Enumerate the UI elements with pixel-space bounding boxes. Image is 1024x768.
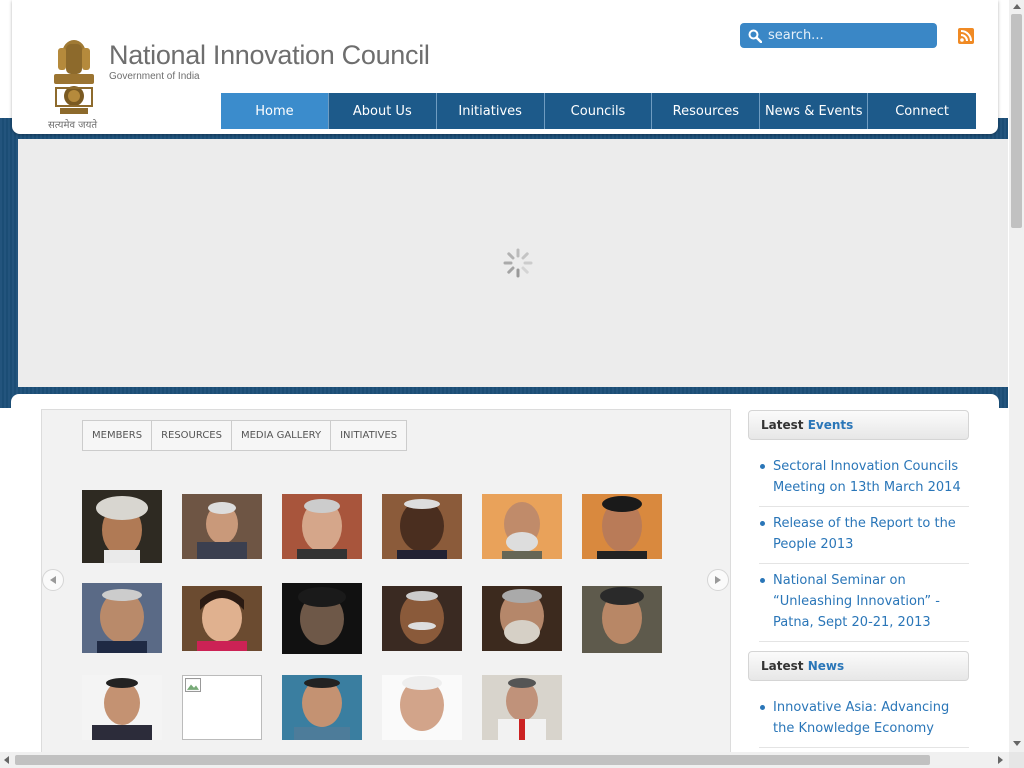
news-item[interactable]: Innovative Asia: Advancing the Knowledge… <box>759 691 969 748</box>
scroll-down-arrow-icon[interactable] <box>1013 741 1021 746</box>
nav-councils[interactable]: Councils <box>544 93 653 129</box>
tab-media-gallery[interactable]: MEDIA GALLERY <box>232 421 332 450</box>
member-photo[interactable] <box>382 675 462 740</box>
nav-news-events[interactable]: News & Events <box>760 93 869 129</box>
latest-news-heading: Latest News <box>748 651 969 681</box>
tab-initiatives[interactable]: INITIATIVES <box>331 421 406 450</box>
heading-prefix: Latest <box>761 659 804 673</box>
gallery-prev-button[interactable] <box>42 569 64 591</box>
content-area: MEMBERS RESOURCES MEDIA GALLERY INITIATI… <box>11 394 999 768</box>
member-photo[interactable] <box>482 586 562 651</box>
search-input[interactable] <box>768 28 928 43</box>
member-photo[interactable] <box>382 494 462 559</box>
member-photo[interactable] <box>82 675 162 740</box>
events-list: Sectoral Innovation Councils Meeting on … <box>759 450 969 642</box>
heading-highlight: Events <box>807 418 854 432</box>
member-photo[interactable] <box>82 490 162 563</box>
national-emblem-logo[interactable] <box>46 34 102 130</box>
vertical-scrollbar[interactable] <box>1009 0 1024 752</box>
member-photo[interactable] <box>582 586 662 653</box>
nav-home[interactable]: Home <box>221 93 329 129</box>
arrow-right-icon <box>715 576 721 584</box>
event-item[interactable]: Release of the Report to the People 2013 <box>759 507 969 564</box>
horizontal-scroll-thumb[interactable] <box>15 755 930 765</box>
member-photo[interactable] <box>182 494 262 559</box>
member-photo[interactable] <box>282 494 362 559</box>
nav-connect[interactable]: Connect <box>868 93 977 129</box>
search-icon[interactable] <box>748 29 762 43</box>
search-box <box>740 23 937 48</box>
member-photo[interactable] <box>582 494 662 559</box>
emblem-motto: सत्यमेव जयते <box>48 120 98 131</box>
panel-tabs: MEMBERS RESOURCES MEDIA GALLERY INITIATI… <box>82 420 408 451</box>
member-photo[interactable] <box>282 675 362 740</box>
member-photo[interactable] <box>482 494 562 559</box>
news-list: Innovative Asia: Advancing the Knowledge… <box>759 691 969 748</box>
heading-highlight: News <box>807 659 845 673</box>
hero-slider[interactable] <box>18 139 1008 387</box>
member-photo[interactable] <box>182 586 262 651</box>
vertical-scroll-thumb[interactable] <box>1011 14 1022 228</box>
gallery-next-button[interactable] <box>707 569 729 591</box>
members-panel: MEMBERS RESOURCES MEDIA GALLERY INITIATI… <box>41 409 731 768</box>
scroll-up-arrow-icon[interactable] <box>1013 4 1021 9</box>
main-nav: Home About Us Initiatives Councils Resou… <box>221 93 977 129</box>
member-photo[interactable] <box>282 583 362 654</box>
nav-initiatives[interactable]: Initiatives <box>436 93 545 129</box>
arrow-left-icon <box>50 576 56 584</box>
member-photo[interactable] <box>382 586 462 651</box>
site-subtitle: Government of India <box>109 71 200 82</box>
heading-prefix: Latest <box>761 418 804 432</box>
member-photo-broken[interactable] <box>182 675 262 740</box>
member-photo[interactable] <box>82 583 162 653</box>
site-header: सत्यमेव जयते National Innovation Council… <box>12 0 998 134</box>
event-item[interactable]: National Seminar on “Unleashing Innovati… <box>759 564 969 642</box>
scroll-left-arrow-icon[interactable] <box>4 756 9 764</box>
scroll-right-arrow-icon[interactable] <box>998 756 1003 764</box>
tab-resources[interactable]: RESOURCES <box>152 421 232 450</box>
latest-events-heading: Latest Events <box>748 410 969 440</box>
site-title[interactable]: National Innovation Council <box>109 40 430 71</box>
broken-image-icon <box>185 678 201 692</box>
horizontal-scrollbar[interactable] <box>0 752 1009 768</box>
event-item[interactable]: Sectoral Innovation Councils Meeting on … <box>759 450 969 507</box>
scrollbar-corner <box>1009 752 1024 768</box>
nav-resources[interactable]: Resources <box>652 93 761 129</box>
member-photo[interactable] <box>482 675 562 740</box>
loading-spinner-icon <box>503 248 533 278</box>
rss-icon[interactable] <box>958 28 974 44</box>
nav-about-us[interactable]: About Us <box>328 93 437 129</box>
tab-members[interactable]: MEMBERS <box>83 421 153 450</box>
